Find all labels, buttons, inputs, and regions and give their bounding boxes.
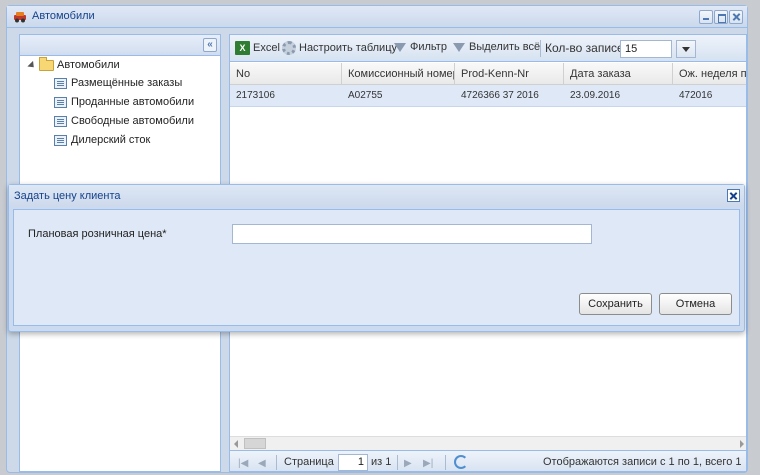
cell-commission-number: A02755 xyxy=(348,90,383,101)
tree-item-label: Проданные автомобили xyxy=(71,96,195,108)
excel-icon: X xyxy=(235,41,250,55)
expand-arrow-icon[interactable] xyxy=(27,60,37,70)
column-header-commission-number[interactable]: Комиссионный номер xyxy=(342,63,455,85)
cell-prod-kenn-nr: 4726366 37 2016 xyxy=(461,90,539,101)
cancel-button[interactable]: Отмена xyxy=(659,293,732,315)
window-title-bar: Автомобили xyxy=(7,6,747,28)
tree-root-avtomobili[interactable]: Автомобили xyxy=(27,56,120,71)
column-header-prod-kenn-nr[interactable]: Prod-Kenn-Nr xyxy=(455,63,564,85)
dialog-title: Задать цену клиента xyxy=(14,190,121,202)
page-number-input[interactable]: 1 xyxy=(338,454,368,471)
records-status: Отображаются записи с 1 по 1, всего 1 xyxy=(543,456,742,468)
select-all-button[interactable]: Выделить всё xyxy=(453,41,540,53)
tree-item-placed-orders[interactable]: Размещённые заказы xyxy=(54,77,182,89)
select-all-label: Выделить всё xyxy=(469,41,541,53)
tree-item-label: Свободные автомобили xyxy=(71,115,194,127)
grid-toolbar: X Excel Настроить таблицу Фильтр Выделит… xyxy=(230,35,746,62)
excel-button[interactable]: X Excel xyxy=(235,41,280,55)
customize-table-button[interactable]: Настроить таблицу xyxy=(282,41,397,55)
list-icon xyxy=(54,115,67,127)
close-window-button[interactable] xyxy=(729,10,743,24)
list-icon xyxy=(54,77,67,89)
planned-retail-price-label: Плановая розничная цена* xyxy=(28,228,167,240)
scroll-right-arrow-icon[interactable] xyxy=(740,440,744,448)
previous-page-icon[interactable]: ◀ xyxy=(258,458,266,469)
pager-divider xyxy=(397,455,398,470)
page-size-label: Кол-во записей xyxy=(545,41,631,55)
page-size-dropdown-button[interactable] xyxy=(676,40,696,58)
tree-root-label: Автомобили xyxy=(57,59,120,71)
tree-item-label: Размещённые заказы xyxy=(71,77,183,89)
grid-header: No Комиссионный номер Prod-Kenn-Nr Дата … xyxy=(230,63,746,85)
refresh-icon[interactable] xyxy=(454,455,468,469)
funnel-icon xyxy=(394,42,406,52)
next-page-icon[interactable]: ▶ xyxy=(404,458,412,469)
page-size-field[interactable]: 15 xyxy=(620,40,672,58)
car-icon xyxy=(14,12,26,23)
planned-retail-price-input[interactable] xyxy=(232,224,592,244)
pagination-bar: |◀ ◀ Страница 1 из 1 ▶ ▶| Отображаются з… xyxy=(230,450,746,471)
funnel-icon xyxy=(453,42,465,52)
table-row[interactable]: 2173106 A02755 4726366 37 2016 23.09.201… xyxy=(230,85,746,107)
list-icon xyxy=(54,96,67,108)
maximize-button[interactable] xyxy=(714,10,728,24)
column-header-order-date[interactable]: Дата заказа xyxy=(564,63,673,85)
toolbar-divider xyxy=(540,40,541,57)
pager-divider xyxy=(445,455,446,470)
excel-label: Excel xyxy=(253,42,280,54)
save-button[interactable]: Сохранить xyxy=(579,293,652,315)
dialog-close-icon[interactable] xyxy=(727,189,740,202)
page-count-label: из 1 xyxy=(371,456,392,468)
window-title: Автомобили xyxy=(32,10,95,22)
tree-item-sold-cars[interactable]: Проданные автомобили xyxy=(54,96,194,108)
column-header-expected-week[interactable]: Ож. неделя пр xyxy=(673,63,746,85)
collapse-panel-button[interactable]: « xyxy=(203,38,217,52)
scroll-thumb[interactable] xyxy=(244,438,266,449)
dialog-title-bar: Задать цену клиента xyxy=(9,185,744,207)
folder-icon xyxy=(39,56,54,71)
tree-item-free-cars[interactable]: Свободные автомобили xyxy=(54,115,194,127)
first-page-icon[interactable]: |◀ xyxy=(238,458,248,469)
page-label: Страница xyxy=(284,456,334,468)
scroll-left-arrow-icon[interactable] xyxy=(234,440,238,448)
customize-table-label: Настроить таблицу xyxy=(299,42,398,54)
horizontal-scrollbar[interactable] xyxy=(230,436,746,450)
cell-no: 2173106 xyxy=(236,90,275,101)
gear-icon xyxy=(282,41,296,55)
last-page-icon[interactable]: ▶| xyxy=(423,458,433,469)
filter-button[interactable]: Фильтр xyxy=(394,41,447,53)
minimize-button[interactable] xyxy=(699,10,713,24)
column-header-no[interactable]: No xyxy=(230,63,342,85)
tree-item-dealer-stock[interactable]: Дилерский сток xyxy=(54,134,150,146)
tree-item-label: Дилерский сток xyxy=(71,134,151,146)
pager-divider xyxy=(276,455,277,470)
filter-label: Фильтр xyxy=(410,41,447,53)
navigation-panel-header: « xyxy=(20,35,220,56)
list-icon xyxy=(54,134,67,146)
dialog-body: Плановая розничная цена* Сохранить Отмен… xyxy=(13,209,740,326)
set-client-price-dialog: Задать цену клиента Плановая розничная ц… xyxy=(8,184,745,332)
cell-order-date: 23.09.2016 xyxy=(570,90,621,101)
cell-expected-week: 472016 xyxy=(679,90,713,101)
